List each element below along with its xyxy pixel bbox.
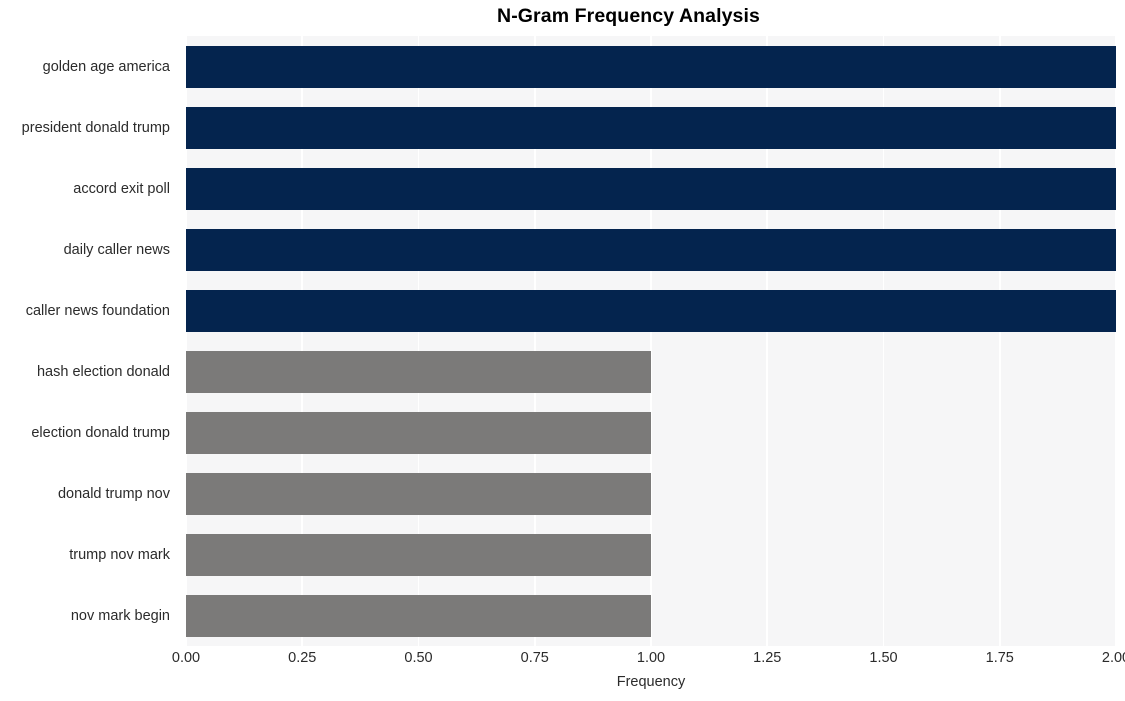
y-tick-label: nov mark begin xyxy=(70,607,170,624)
x-axis-label: Frequency xyxy=(616,674,686,690)
x-tick-label: 1.25 xyxy=(753,650,782,666)
x-tick-label: 0.00 xyxy=(171,650,201,666)
bar[interactable] xyxy=(186,594,651,637)
x-tick-label: 1.50 xyxy=(869,650,898,666)
bar[interactable] xyxy=(186,167,1116,210)
y-tick-label: hash election donald xyxy=(36,363,170,380)
bar[interactable] xyxy=(186,106,1116,149)
bar-row xyxy=(186,158,1116,219)
bar[interactable] xyxy=(186,289,1116,332)
bar-row xyxy=(186,341,1116,402)
x-tick-label: 1.00 xyxy=(636,650,666,666)
bar-row xyxy=(186,36,1116,97)
bar[interactable] xyxy=(186,228,1116,271)
bar-row xyxy=(186,524,1116,585)
bar[interactable] xyxy=(186,533,651,576)
y-tick-label: daily caller news xyxy=(63,241,170,258)
bar-row xyxy=(186,219,1116,280)
plot-area xyxy=(185,36,1117,646)
x-tick-label: 0.25 xyxy=(288,650,317,666)
x-axis-tick-labels: 0.00 0.25 0.50 0.75 1.00 1.25 1.50 1.75 2.00 xyxy=(172,650,1125,672)
y-tick-label: election donald trump xyxy=(31,424,170,441)
y-tick-label: donald trump nov xyxy=(57,485,170,502)
y-tick-label: golden age america xyxy=(42,58,170,75)
bar[interactable] xyxy=(186,411,651,454)
x-tick-label: 2.00 xyxy=(1101,650,1125,666)
y-tick-label: caller news foundation xyxy=(25,302,170,319)
bar-row xyxy=(186,463,1116,524)
x-tick-label: 1.75 xyxy=(985,650,1014,666)
y-tick-label: president donald trump xyxy=(21,119,170,136)
bar-row xyxy=(186,97,1116,158)
bar-row xyxy=(186,585,1116,646)
bar[interactable] xyxy=(186,472,651,515)
bar-row xyxy=(186,280,1116,341)
chart-title: N-Gram Frequency Analysis xyxy=(497,5,760,27)
bars-container xyxy=(186,36,1116,646)
y-tick-label: accord exit poll xyxy=(73,180,170,197)
y-tick-label: trump nov mark xyxy=(69,546,170,563)
bar[interactable] xyxy=(186,350,651,393)
x-tick-label: 0.75 xyxy=(520,650,549,666)
bar[interactable] xyxy=(186,45,1116,88)
y-axis-tick-labels: golden age america president donald trump… xyxy=(0,36,178,646)
bar-row xyxy=(186,402,1116,463)
chart-figure: N-Gram Frequency Analysis golden age ame… xyxy=(0,0,1125,701)
x-tick-label: 0.50 xyxy=(404,650,433,666)
